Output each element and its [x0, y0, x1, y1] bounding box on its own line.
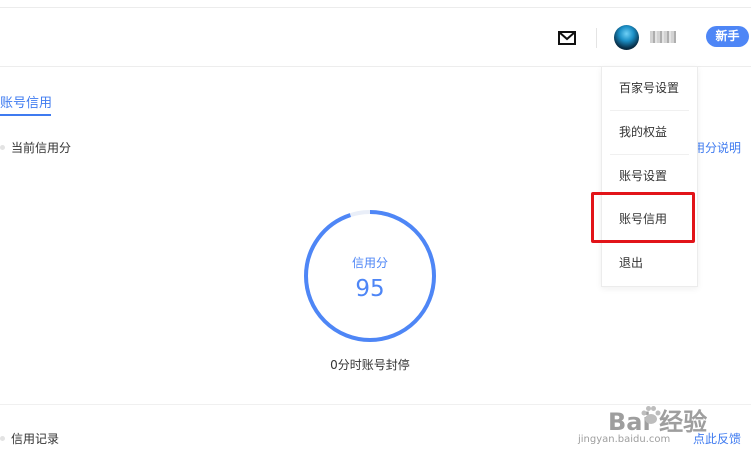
- score-label: 信用分: [351, 256, 388, 270]
- top-border: [0, 7, 751, 8]
- annotation-highlight-box: [591, 192, 695, 243]
- score-caption: 0分时账号封停: [330, 358, 410, 372]
- menu-item-baijiahao-settings[interactable]: 百家号设置: [602, 67, 697, 110]
- score-value: 95: [355, 276, 385, 302]
- tab-account-credit[interactable]: 账号信用: [0, 92, 52, 111]
- section-bullet: [0, 436, 5, 441]
- avatar[interactable]: [614, 25, 639, 50]
- watermark-url: jingyan.baidu.com: [578, 434, 671, 445]
- credit-records-title: 信用记录: [11, 432, 60, 446]
- menu-item-logout[interactable]: 退出: [602, 242, 697, 285]
- newbie-button[interactable]: 新手: [706, 26, 749, 47]
- account-dropdown-menu: 百家号设置 我的权益 账号设置 账号信用 退出: [601, 66, 698, 287]
- section-bullet: [0, 145, 5, 150]
- credit-help-link[interactable]: 用分说明: [693, 139, 741, 156]
- header-separator: [596, 28, 597, 48]
- username-blurred[interactable]: [650, 31, 676, 43]
- baidu-paw-icon: [641, 406, 661, 424]
- mail-icon[interactable]: [558, 31, 576, 45]
- current-credit-title: 当前信用分: [11, 141, 72, 155]
- tab-active-underline: [0, 114, 51, 116]
- menu-item-my-benefits[interactable]: 我的权益: [602, 111, 697, 154]
